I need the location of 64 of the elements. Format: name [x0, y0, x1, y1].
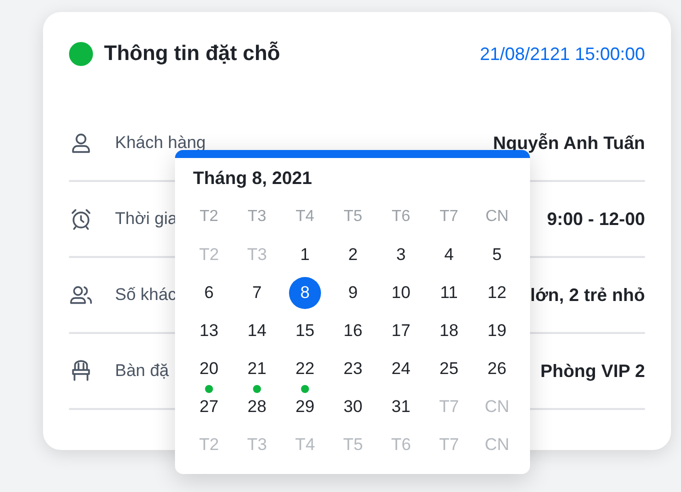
calendar-day[interactable]: 30 [337, 391, 369, 423]
calendar-day[interactable]: 21 [241, 353, 273, 385]
status-dot [69, 42, 93, 66]
calendar-day[interactable]: 20 [193, 353, 225, 385]
field-value: lớn, 2 trẻ nhỏ [530, 284, 645, 306]
placeholder-day: T2 [193, 239, 225, 271]
placeholder-day: T5 [337, 429, 369, 461]
booking-datetime: 21/08/2121 15:00:00 [480, 44, 645, 64]
calendar-day[interactable]: 15 [289, 315, 321, 347]
calendar-day[interactable]: 2 [337, 239, 369, 271]
placeholder-day: T3 [241, 239, 273, 271]
calendar-day[interactable]: 16 [337, 315, 369, 347]
placeholder-day: T2 [193, 429, 225, 461]
field-value: 9:00 - 12-00 [546, 208, 645, 230]
calendar-day[interactable]: 24 [385, 353, 417, 385]
placeholder-day: CN [481, 391, 513, 423]
calendar-day[interactable]: 8 [289, 277, 321, 309]
calendar-day[interactable]: 4 [433, 239, 465, 271]
placeholder-day: T7 [433, 429, 465, 461]
placeholder-day: T6 [385, 429, 417, 461]
calendar-day[interactable]: 28 [241, 391, 273, 423]
calendar-day[interactable]: 27 [193, 391, 225, 423]
calendar-day[interactable]: 29 [289, 391, 321, 423]
people-icon [69, 283, 93, 307]
calendar-day[interactable]: 5 [481, 239, 513, 271]
weekday-label: T3 [248, 208, 266, 226]
calendar-day[interactable]: 13 [193, 315, 225, 347]
field-label: Số khác [115, 285, 176, 305]
calendar-day[interactable]: 23 [337, 353, 369, 385]
weekday-label: T2 [200, 208, 218, 226]
calendar-day[interactable]: 22 [289, 353, 321, 385]
calendar-day[interactable]: 14 [241, 315, 273, 347]
field-value: Nguyễn Anh Tuấn [493, 132, 645, 154]
field-label: Bàn đặ [115, 361, 169, 381]
calendar-day[interactable]: 6 [193, 277, 225, 309]
placeholder-day: T3 [241, 429, 273, 461]
calendar-day[interactable]: 1 [289, 239, 321, 271]
placeholder-day: CN [481, 429, 513, 461]
card-title: Thông tin đặt chỗ [104, 42, 282, 66]
calendar-day[interactable]: 25 [433, 353, 465, 385]
field-label: Khách hàng [115, 133, 206, 153]
calendar-day[interactable]: 18 [433, 315, 465, 347]
placeholder-day: T4 [289, 429, 321, 461]
calendar-day[interactable]: 17 [385, 315, 417, 347]
field-value: Phòng VIP 2 [540, 360, 645, 382]
placeholder-day: T7 [433, 391, 465, 423]
weekday-label: T6 [392, 208, 410, 226]
calendar-day[interactable]: 19 [481, 315, 513, 347]
calendar-day[interactable]: 10 [385, 277, 417, 309]
alarm-clock-icon [69, 207, 93, 231]
calendar-day[interactable]: 31 [385, 391, 417, 423]
chair-icon [69, 359, 93, 383]
calendar-day[interactable]: 3 [385, 239, 417, 271]
calendar-day[interactable]: 7 [241, 277, 273, 309]
weekday-label: T5 [344, 208, 362, 226]
weekday-label: T7 [440, 208, 458, 226]
weekday-label: CN [485, 208, 509, 226]
calendar-month-title: Tháng 8, 2021 [192, 166, 314, 190]
calendar-day[interactable]: 11 [433, 277, 465, 309]
calendar-day[interactable]: 26 [481, 353, 513, 385]
person-icon [69, 131, 93, 155]
calendar-day[interactable]: 9 [337, 277, 369, 309]
calendar-day[interactable]: 12 [481, 277, 513, 309]
weekday-label: T4 [296, 208, 314, 226]
